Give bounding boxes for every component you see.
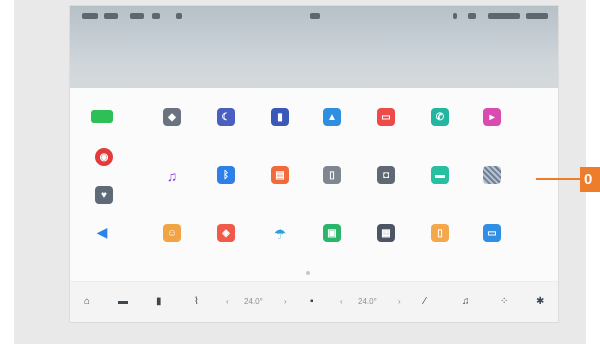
dock-bar: ⌂ ▬ ▮ ⌇ ‹ 24.0° › ▪ ‹ 24.0° › ⁄ ♫ ⁘ ✱ [70,281,558,322]
umbrella-icon: ☂ [273,225,287,242]
app-book[interactable]: ▮ [260,108,300,148]
temp-increase-right[interactable]: › [398,297,401,306]
red-app-icon: ▭ [377,108,395,126]
status-item [468,13,476,19]
temp-left: 24.0° [244,297,263,306]
fan-icon[interactable]: ▪ [310,296,314,307]
status-item [526,13,548,19]
app-heart[interactable]: ♥ [84,186,124,226]
phone-icon: ✆ [431,108,449,126]
app-grid: ◆ ☾ ▮ ▲ ▭ ✆ ▸ ◉ ♫ ᛒ ▤ ▯ ◘ ▬ ♥ ◀ ☺ ◈ ☂ ▣ … [70,100,558,280]
app-orange[interactable]: ▤ [260,166,300,206]
callout-line [536,178,580,180]
app-phone[interactable]: ✆ [420,108,460,148]
calculator-icon: ▦ [377,224,395,242]
status-bar [70,6,558,26]
status-item [488,13,520,19]
vpn-icon: ◈ [217,224,235,242]
status-item [130,13,144,19]
photo-app-icon: ◆ [163,108,181,126]
defrost-icon[interactable]: ⁄ [424,296,426,307]
status-item [82,13,98,19]
app-shop[interactable]: ▣ [312,224,352,264]
page-indicator [306,271,310,275]
netease-music-icon: ◉ [95,148,113,166]
app-green[interactable] [82,110,122,150]
app-photo[interactable]: ◆ [152,108,192,148]
climate-icon[interactable]: ⌇ [194,296,199,307]
app-contacts[interactable]: ☺ [152,224,192,264]
app-notes[interactable]: ▯ [420,224,460,264]
dashcam-icon: ◘ [377,166,395,184]
car-icon[interactable]: ▬ [118,296,128,307]
app-tv[interactable]: ▭ [472,224,512,264]
music-note-icon: ♫ [166,168,178,184]
temp-decrease-right[interactable]: ‹ [340,297,343,306]
callout-number: 0 [580,167,600,192]
bluetooth-icon: ᛒ [217,166,235,184]
app-gallery[interactable]: ▲ [312,108,352,148]
app-music[interactable]: ♫ [152,166,192,206]
home-icon[interactable]: ⌂ [84,296,90,307]
orange-app-icon: ▤ [271,166,289,184]
app-night[interactable]: ☾ [206,108,246,148]
app-umbrella[interactable]: ☂ [260,224,300,264]
status-item [176,13,182,19]
temp-decrease-left[interactable]: ‹ [226,297,229,306]
media-icon [310,13,320,19]
app-calculator[interactable]: ▦ [366,224,406,264]
app-navigation[interactable]: ◀ [82,222,122,262]
status-item [453,13,457,19]
app-netease-music[interactable]: ◉ [84,148,124,188]
tv-icon: ▭ [483,224,501,242]
music-icon[interactable]: ♫ [462,296,470,307]
green-app-icon [91,110,113,123]
app-red[interactable]: ▭ [366,108,406,148]
heart-icon: ♥ [95,186,113,204]
infotainment-screen: ◆ ☾ ▮ ▲ ▭ ✆ ▸ ◉ ♫ ᛒ ▤ ▯ ◘ ▬ ♥ ◀ ☺ ◈ ☂ ▣ … [70,6,558,322]
seat-icon[interactable]: ▮ [156,296,162,307]
temp-right: 24.0° [358,297,377,306]
app-message[interactable]: ▬ [420,166,460,206]
status-item [152,13,160,19]
message-icon: ▬ [431,166,449,184]
app-pattern[interactable] [472,166,512,206]
app-bluetooth[interactable]: ᛒ [206,166,246,206]
gallery-app-icon: ▲ [323,108,341,126]
pink-app-icon: ▸ [483,108,501,126]
app-pink[interactable]: ▸ [472,108,512,148]
status-item [104,13,118,19]
shop-icon: ▣ [323,224,341,242]
document-icon: ▯ [323,166,341,184]
settings-icon[interactable]: ✱ [536,296,544,307]
app-document[interactable]: ▯ [312,166,352,206]
temp-increase-left[interactable]: › [284,297,287,306]
pattern-app-icon [483,166,501,184]
notes-icon: ▯ [431,224,449,242]
apps-grid-icon[interactable]: ⁘ [500,296,508,307]
night-app-icon: ☾ [217,108,235,126]
navigation-icon: ◀ [96,223,108,240]
app-dashcam[interactable]: ◘ [366,166,406,206]
app-vpn[interactable]: ◈ [206,224,246,264]
book-app-icon: ▮ [271,108,289,126]
contacts-icon: ☺ [163,224,181,242]
